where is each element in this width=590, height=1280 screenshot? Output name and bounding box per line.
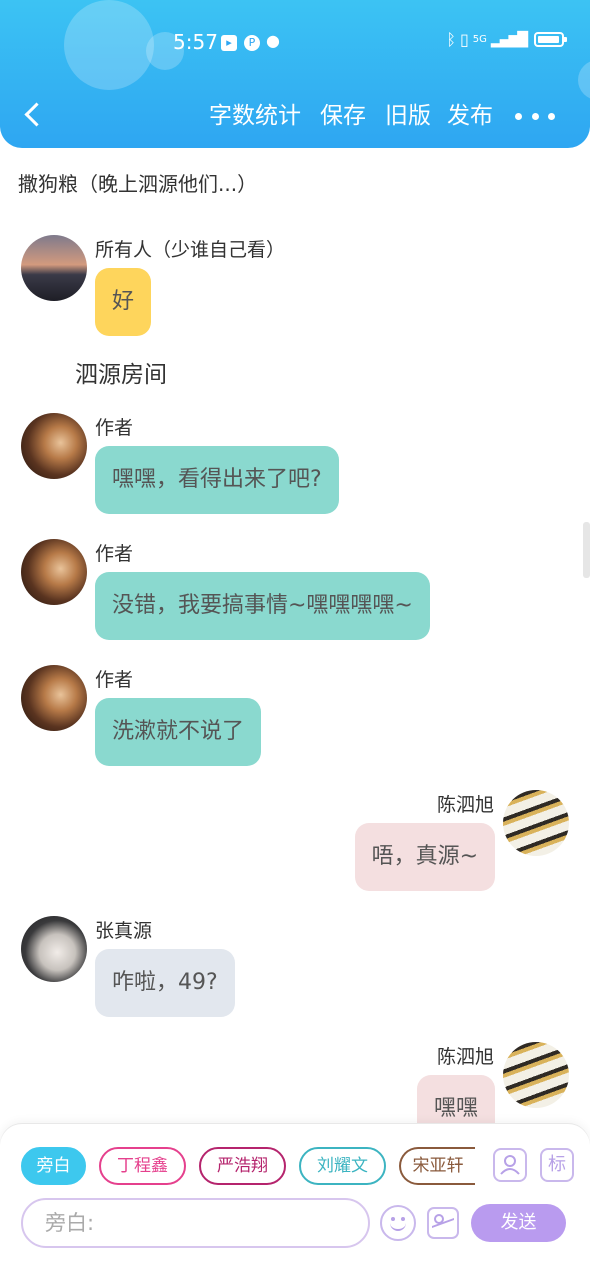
person-icon [500,1155,520,1175]
avatar[interactable] [21,665,87,731]
scrollbar[interactable] [583,522,590,578]
message-bubble[interactable]: 没错，我要搞事情~嘿嘿嘿嘿~ [95,572,430,640]
avatar[interactable] [21,413,87,479]
old-version-button[interactable]: 旧版 [385,100,431,132]
decor-bubble [578,60,590,100]
more-icon[interactable] [515,100,555,132]
sender-name: 作者 [95,669,134,691]
sender-name: 所有人（少谁自己看） [95,239,286,261]
sender-name: 陈泗旭 [436,1046,494,1068]
sender-name: 作者 [95,417,134,439]
sender-name: 张真源 [95,920,153,942]
story-title: 撒狗粮（晚上泗源他们...） [18,172,258,196]
battery-icon [534,32,567,47]
vibrate-icon: ▯ [459,30,469,49]
sender-name: 陈泗旭 [436,794,494,816]
message-bubble[interactable]: 嘿嘿，看得出来了吧? [95,446,339,514]
character-chip[interactable]: 严浩翔 [199,1147,286,1185]
avatar[interactable] [503,790,569,856]
status-indicators: ᛒ ▯ 5G ▂▄▆█ [446,30,567,49]
sender-name: 作者 [95,543,134,565]
message-bubble[interactable]: 洗漱就不说了 [95,698,262,766]
tag-button[interactable]: 标 [540,1148,574,1182]
narration-text: 泗源房间 [75,362,167,388]
character-chip[interactable]: 丁程鑫 [99,1147,186,1185]
avatar[interactable] [21,539,87,605]
status-time: 5:57 [173,30,218,54]
character-chip[interactable]: 宋亚轩 [399,1147,475,1185]
signal-icon: ▂▄▆█ [490,31,528,48]
bluetooth-icon: ᛒ [446,30,456,49]
message-bubble[interactable]: 咋啦，49? [95,949,235,1017]
message-input[interactable] [21,1198,370,1248]
emoji-icon[interactable] [380,1205,416,1241]
save-button[interactable]: 保存 [320,100,366,132]
app-notification-icon: P [244,35,260,51]
publish-button[interactable]: 发布 [447,100,493,132]
app-notification-icon: ▸ [221,35,237,51]
word-count-button[interactable]: 字数统计 [209,100,301,132]
character-chip-narrator[interactable]: 旁白 [21,1147,86,1185]
status-bar: 5:57 ▸ P ● ᛒ ▯ 5G ▂▄▆█ [0,26,590,60]
chat-notification-icon: ● [266,31,280,50]
image-icon[interactable] [427,1207,459,1239]
avatar[interactable] [21,235,87,301]
character-card-icon[interactable] [493,1148,527,1182]
message-bubble[interactable]: 好 [95,268,152,336]
network-type: 5G [472,34,487,45]
message-bubble[interactable]: 唔，真源~ [354,823,495,891]
back-arrow-icon[interactable] [18,98,46,132]
avatar[interactable] [21,916,87,982]
avatar[interactable] [503,1042,569,1108]
send-button[interactable]: 发送 [471,1204,566,1242]
top-app-bar: 5:57 ▸ P ● ᛒ ▯ 5G ▂▄▆█ 字数统计 保存 旧版 发布 [0,0,590,148]
character-chip[interactable]: 刘耀文 [299,1147,386,1185]
